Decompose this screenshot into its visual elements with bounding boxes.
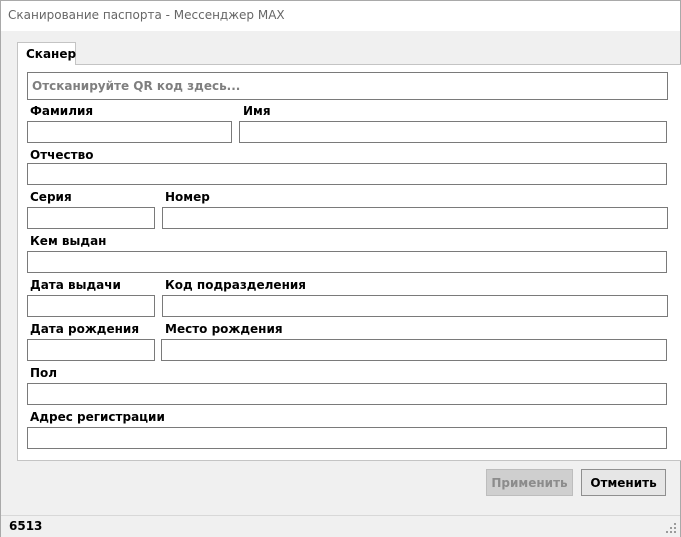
- issue-date-input[interactable]: [28, 296, 154, 316]
- birth-date-input[interactable]: [28, 340, 154, 360]
- issue-date-label: Дата выдачи: [30, 278, 121, 292]
- tab-scanner-label: Сканер: [26, 47, 77, 61]
- birth-date-label: Дата рождения: [30, 322, 140, 336]
- cancel-button[interactable]: Отменить: [581, 469, 666, 496]
- number-input[interactable]: [163, 208, 667, 228]
- surname-field[interactable]: [27, 121, 232, 143]
- qr-code-field[interactable]: [27, 72, 668, 100]
- gender-field[interactable]: [27, 383, 667, 405]
- gender-input[interactable]: [28, 384, 666, 404]
- resize-grip-icon[interactable]: [666, 523, 676, 533]
- status-number: 6513: [9, 519, 43, 533]
- division-code-input[interactable]: [163, 296, 667, 316]
- registration-address-field[interactable]: [27, 427, 667, 449]
- patronymic-input[interactable]: [28, 164, 666, 184]
- surname-label: Фамилия: [30, 104, 94, 118]
- apply-button[interactable]: Применить: [486, 469, 573, 496]
- scan-passport-window: Сканирование паспорта - Мессенджер MAX С…: [0, 0, 681, 537]
- window-title: Сканирование паспорта - Мессенджер MAX: [8, 8, 285, 22]
- birth-place-field[interactable]: [161, 339, 667, 361]
- birth-date-field[interactable]: [27, 339, 155, 361]
- issue-date-field[interactable]: [27, 295, 155, 317]
- birth-place-input[interactable]: [162, 340, 666, 360]
- number-label: Номер: [165, 190, 210, 204]
- issued-by-field[interactable]: [27, 251, 667, 273]
- registration-address-label: Адрес регистрации: [30, 410, 165, 424]
- registration-address-input[interactable]: [28, 428, 666, 448]
- series-input[interactable]: [28, 208, 154, 228]
- number-field[interactable]: [162, 207, 668, 229]
- patronymic-label: Отчество: [30, 148, 94, 162]
- title-bar[interactable]: Сканирование паспорта - Мессенджер MAX: [1, 1, 680, 31]
- issued-by-input[interactable]: [28, 252, 666, 272]
- division-code-field[interactable]: [162, 295, 668, 317]
- name-field[interactable]: [239, 121, 667, 143]
- series-field[interactable]: [27, 207, 155, 229]
- qr-code-input[interactable]: [28, 73, 667, 99]
- surname-input[interactable]: [28, 122, 231, 142]
- series-label: Серия: [30, 190, 72, 204]
- gender-label: Пол: [30, 366, 58, 380]
- division-code-label: Код подразделения: [165, 278, 306, 292]
- issued-by-label: Кем выдан: [30, 234, 107, 248]
- status-bar: 6513: [1, 515, 680, 537]
- name-input[interactable]: [240, 122, 666, 142]
- tab-scanner[interactable]: Сканер: [17, 42, 76, 65]
- patronymic-field[interactable]: [27, 163, 667, 185]
- name-label: Имя: [243, 104, 271, 118]
- birth-place-label: Место рождения: [165, 322, 283, 336]
